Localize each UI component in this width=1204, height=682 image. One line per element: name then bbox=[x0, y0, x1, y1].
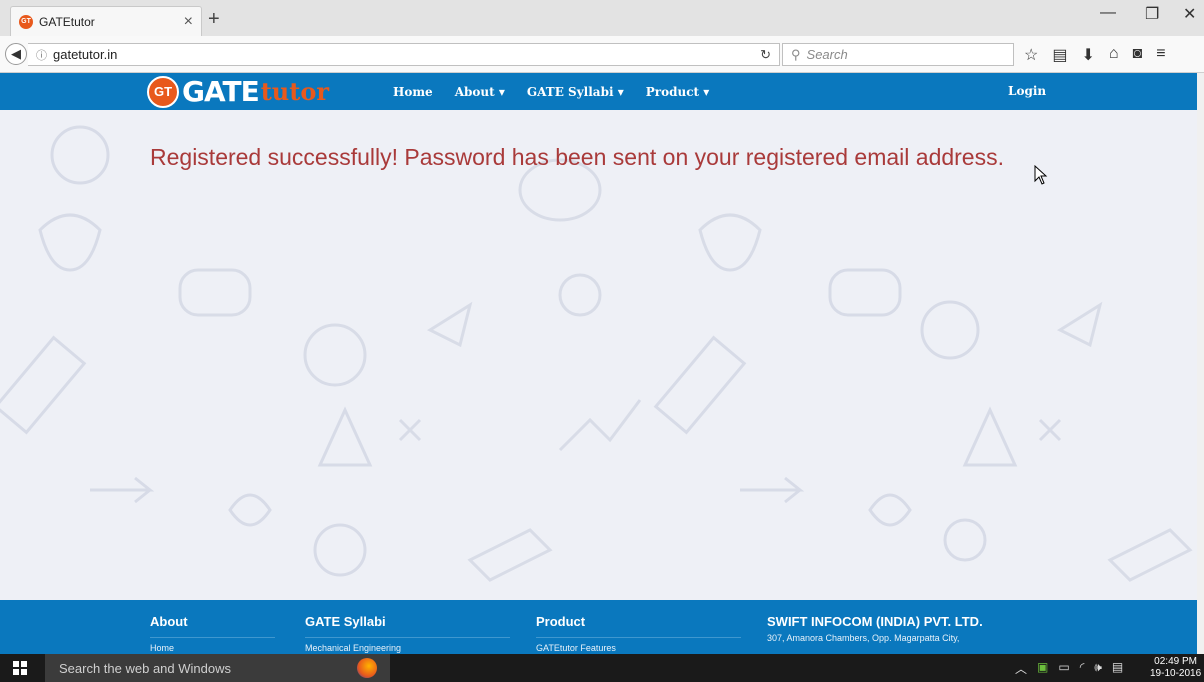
windows-start-icon[interactable] bbox=[0, 654, 40, 682]
battery-icon[interactable]: ▭ bbox=[1058, 660, 1069, 677]
pocket-icon[interactable]: ◙ bbox=[1133, 45, 1143, 65]
web-page: GT GATE tutor Home About ▾ GATE Syllabi … bbox=[0, 73, 1197, 654]
browser-nav-bar: ◀ ⓘ gatetutor.in ↻ ⚲ Search ☆ ▤ ⬇ ⌂ ◙ ≡ bbox=[0, 36, 1204, 73]
firefox-taskbar-icon[interactable] bbox=[357, 658, 377, 678]
home-icon[interactable]: ⌂ bbox=[1109, 45, 1119, 65]
doodle-background bbox=[0, 125, 1193, 582]
gatetutor-logo[interactable]: GT GATE tutor bbox=[147, 75, 329, 108]
volume-icon[interactable]: 🕪 bbox=[1094, 660, 1102, 677]
browser-tab[interactable]: GT GATEtutor × bbox=[10, 6, 202, 36]
site-header: GT GATE tutor Home About ▾ GATE Syllabi … bbox=[0, 73, 1197, 110]
search-icon: ⚲ bbox=[791, 46, 801, 62]
site-footer: About Home GATE Syllabi Mechanical Engin… bbox=[0, 600, 1197, 654]
taskbar-clock[interactable]: 02:49 PM 19-10-2016 bbox=[1150, 656, 1201, 680]
footer-company: SWIFT INFOCOM (INDIA) PVT. LTD. 307, Ama… bbox=[767, 614, 997, 643]
info-icon[interactable]: ⓘ bbox=[36, 47, 47, 63]
caret-down-icon: ▾ bbox=[498, 84, 505, 99]
browser-tab-bar: GT GATEtutor × + — ❐ ✕ bbox=[0, 0, 1204, 36]
tray-app-icon[interactable]: ▣ bbox=[1037, 660, 1048, 677]
taskbar-search-field[interactable]: Search the web and Windows bbox=[45, 654, 390, 682]
success-message: Registered successfully! Password has be… bbox=[150, 144, 1004, 170]
page-scrollbar[interactable] bbox=[1197, 73, 1204, 654]
search-placeholder: Search bbox=[806, 47, 848, 62]
footer-company-address: 307, Amanora Chambers, Opp. Magarpatta C… bbox=[767, 633, 960, 643]
footer-product: Product GATEtutor Features bbox=[536, 614, 741, 653]
notification-icon[interactable]: ▤ bbox=[1112, 660, 1123, 677]
menu-item-gate-syllabi-label: GATE Syllabi bbox=[526, 84, 614, 99]
url-text: gatetutor.in bbox=[53, 47, 118, 62]
logo-badge: GT bbox=[147, 75, 179, 108]
back-arrow-icon[interactable]: ◀ bbox=[5, 43, 27, 65]
menu-item-product[interactable]: Product ▾ bbox=[646, 85, 710, 99]
reading-list-icon[interactable]: ▤ bbox=[1052, 45, 1067, 65]
footer-product-heading: Product bbox=[536, 614, 741, 638]
browser-search-field[interactable]: ⚲ Search bbox=[782, 43, 1014, 66]
menu-item-about[interactable]: About ▾ bbox=[455, 85, 505, 99]
site-favicon-icon: GT bbox=[19, 14, 33, 29]
clock-time: 02:49 PM bbox=[1154, 656, 1197, 667]
caret-down-icon: ▾ bbox=[617, 84, 624, 99]
reload-icon[interactable]: ↻ bbox=[760, 47, 771, 63]
main-menu: Home About ▾ GATE Syllabi ▾ Product ▾ bbox=[393, 73, 709, 110]
mouse-cursor-icon bbox=[1034, 165, 1048, 185]
footer-about: About Home bbox=[150, 614, 275, 653]
browser-toolbar: ☆ ▤ ⬇ ⌂ ◙ ≡ bbox=[1024, 45, 1166, 65]
menu-item-product-label: Product bbox=[645, 84, 700, 99]
footer-link-mechanical[interactable]: Mechanical Engineering bbox=[305, 643, 510, 653]
caret-down-icon: ▾ bbox=[703, 84, 710, 99]
logo-word-tutor: tutor bbox=[260, 77, 329, 106]
system-tray: ︿ ▣ ▭ ◜ 🕪 ▤ bbox=[1015, 660, 1123, 677]
menu-item-gate-syllabi[interactable]: GATE Syllabi ▾ bbox=[527, 85, 624, 99]
wifi-icon[interactable]: ◜ bbox=[1080, 660, 1085, 677]
minimize-icon[interactable]: — bbox=[1100, 4, 1116, 22]
login-link[interactable]: Login bbox=[1008, 73, 1046, 110]
close-tab-icon[interactable]: × bbox=[184, 13, 193, 31]
footer-link-features[interactable]: GATEtutor Features bbox=[536, 643, 741, 653]
footer-about-heading: About bbox=[150, 614, 275, 638]
restore-icon[interactable]: ❐ bbox=[1145, 4, 1159, 24]
footer-syllabi-heading: GATE Syllabi bbox=[305, 614, 510, 638]
footer-syllabi: GATE Syllabi Mechanical Engineering bbox=[305, 614, 510, 653]
logo-word-gate: GATE bbox=[182, 75, 260, 108]
tab-title: GATEtutor bbox=[39, 14, 95, 29]
bookmark-star-icon[interactable]: ☆ bbox=[1024, 45, 1038, 65]
menu-item-home[interactable]: Home bbox=[393, 85, 433, 99]
footer-link-home[interactable]: Home bbox=[150, 643, 275, 653]
hamburger-menu-icon[interactable]: ≡ bbox=[1156, 45, 1165, 65]
url-bar[interactable]: ⓘ gatetutor.in ↻ bbox=[28, 43, 780, 66]
download-icon[interactable]: ⬇ bbox=[1081, 45, 1094, 65]
menu-item-about-label: About bbox=[454, 84, 495, 99]
tray-chevron-icon[interactable]: ︿ bbox=[1015, 660, 1027, 677]
close-window-icon[interactable]: ✕ bbox=[1183, 4, 1196, 24]
windows-taskbar: Search the web and Windows ︿ ▣ ▭ ◜ 🕪 ▤ 0… bbox=[0, 654, 1204, 682]
clock-date: 19-10-2016 bbox=[1150, 668, 1202, 679]
new-tab-icon[interactable]: + bbox=[208, 8, 220, 31]
